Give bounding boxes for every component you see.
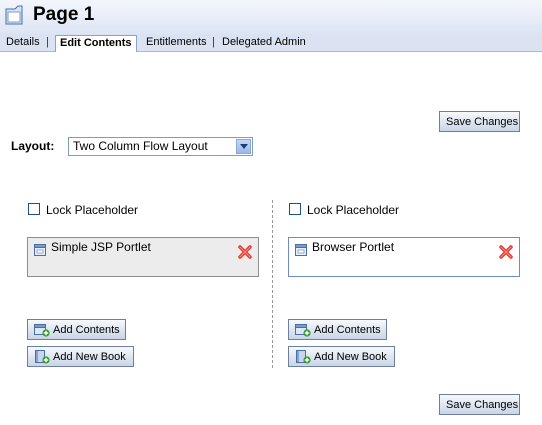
lock-placeholder-label: Lock Placeholder — [307, 203, 400, 217]
add-contents-button-right[interactable]: Add Contents — [288, 319, 387, 340]
tab-delegated-admin[interactable]: Delegated Admin — [222, 36, 306, 48]
tab-details[interactable]: Details — [6, 36, 40, 48]
tab-bar: Details | Edit Contents Entitlements | D… — [0, 34, 542, 52]
portlet-title: Simple JSP Portlet — [51, 240, 151, 254]
tab-edit-contents[interactable]: Edit Contents — [55, 35, 137, 52]
lock-placeholder-checkbox-right[interactable] — [289, 203, 301, 215]
add-contents-label: Add Contents — [314, 324, 381, 336]
tab-entitlements[interactable]: Entitlements — [146, 36, 207, 48]
red-x-icon[interactable] — [237, 244, 253, 260]
add-new-book-button-left[interactable]: Add New Book — [27, 346, 134, 367]
lock-placeholder-checkbox-left[interactable] — [28, 203, 40, 215]
layout-select[interactable]: Two Column Flow Layout — [68, 137, 253, 156]
save-changes-label: Save Changes — [446, 399, 519, 411]
lock-placeholder-label: Lock Placeholder — [46, 203, 139, 217]
add-new-book-label: Add New Book — [53, 351, 126, 363]
page-icon — [5, 5, 23, 25]
portlet-simple-jsp[interactable]: Simple JSP Portlet — [27, 237, 259, 277]
tab-separator: | — [212, 36, 215, 48]
add-contents-label: Add Contents — [53, 324, 120, 336]
add-new-book-button-right[interactable]: Add New Book — [288, 346, 395, 367]
add-contents-icon — [295, 323, 311, 337]
chevron-down-icon[interactable] — [236, 139, 251, 154]
page-title: Page 1 — [33, 4, 95, 25]
save-changes-button-bottom[interactable]: Save Changes — [439, 394, 520, 415]
layout-selected-value: Two Column Flow Layout — [73, 139, 208, 153]
red-x-icon[interactable] — [498, 244, 514, 260]
add-new-book-label: Add New Book — [314, 351, 387, 363]
tab-separator: | — [46, 36, 49, 48]
layout-label: Layout: — [11, 139, 55, 153]
save-changes-button-top[interactable]: Save Changes — [439, 111, 520, 132]
portlet-window-icon — [295, 244, 307, 256]
save-changes-label: Save Changes — [446, 116, 519, 128]
column-divider — [272, 200, 273, 368]
add-contents-icon — [34, 323, 50, 337]
add-contents-button-left[interactable]: Add Contents — [27, 319, 126, 340]
portlet-browser[interactable]: Browser Portlet — [288, 237, 520, 277]
add-book-icon — [35, 349, 50, 364]
portlet-title: Browser Portlet — [312, 240, 395, 254]
add-book-icon — [296, 349, 311, 364]
page-header: Page 1 — [0, 0, 542, 34]
portlet-window-icon — [34, 244, 46, 256]
